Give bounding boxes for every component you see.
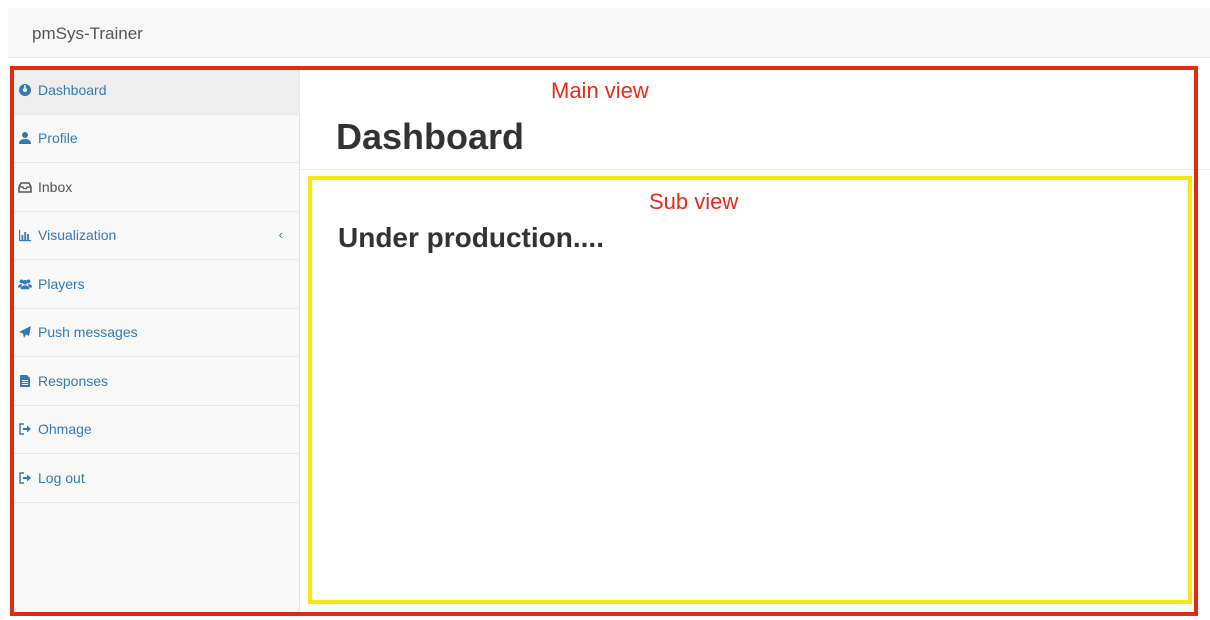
bar-chart-icon bbox=[18, 228, 32, 242]
sidebar-item-label: Ohmage bbox=[38, 421, 92, 438]
users-icon bbox=[18, 277, 32, 291]
main-view-annotation-label: Main view bbox=[551, 78, 649, 103]
sidebar-item-inbox[interactable]: Inbox bbox=[12, 163, 299, 212]
sidebar-item-visualization[interactable]: Visualization ‹ bbox=[12, 212, 299, 260]
page-title: Dashboard bbox=[336, 116, 525, 157]
sidebar-item-log-out[interactable]: Log out bbox=[12, 454, 299, 503]
paper-plane-icon bbox=[18, 325, 32, 339]
top-navbar: pmSys-Trainer bbox=[8, 8, 1210, 58]
sidebar-item-label: Players bbox=[38, 275, 85, 292]
sidebar-item-label: Inbox bbox=[38, 178, 73, 195]
sign-out-icon bbox=[18, 471, 32, 485]
sidebar-item-responses[interactable]: Responses bbox=[12, 357, 299, 406]
sidebar-item-label: Log out bbox=[38, 469, 85, 486]
navbar-brand[interactable]: pmSys-Trainer bbox=[32, 24, 143, 44]
inbox-icon bbox=[18, 180, 32, 194]
chevron-left-icon[interactable]: ‹ bbox=[279, 227, 283, 242]
sidebar-nav: Dashboard Profile Inbox Visualization ‹ … bbox=[12, 66, 300, 616]
sidebar-item-ohmage[interactable]: Ohmage bbox=[12, 406, 299, 454]
dashboard-icon bbox=[18, 83, 32, 97]
sidebar-item-push-messages[interactable]: Push messages bbox=[12, 309, 299, 357]
sidebar-item-label: Profile bbox=[38, 130, 78, 147]
page-header: Dashboard bbox=[300, 66, 1210, 170]
sidebar-item-profile[interactable]: Profile bbox=[12, 115, 299, 163]
sidebar-item-label: Dashboard bbox=[38, 81, 107, 98]
sidebar-item-dashboard[interactable]: Dashboard bbox=[12, 66, 299, 115]
file-icon bbox=[18, 374, 32, 388]
sub-view-heading: Under production.... bbox=[338, 222, 604, 253]
sidebar-item-label: Push messages bbox=[38, 324, 138, 341]
sign-out-icon bbox=[18, 422, 32, 436]
sub-view-annotation-label: Sub view bbox=[649, 189, 739, 214]
user-icon bbox=[18, 131, 32, 145]
sidebar-item-label: Responses bbox=[38, 372, 109, 389]
sidebar-item-label: Visualization bbox=[38, 227, 117, 244]
sidebar-item-players[interactable]: Players bbox=[12, 260, 299, 309]
